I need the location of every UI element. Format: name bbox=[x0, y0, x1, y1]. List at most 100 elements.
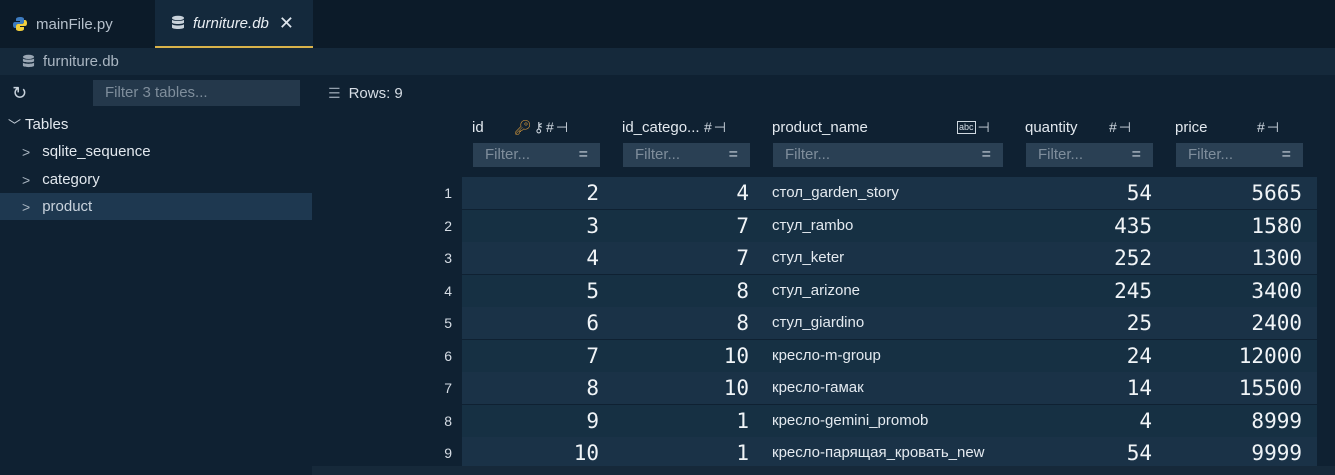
cell-id-category[interactable]: 7 bbox=[612, 242, 749, 274]
chevron-down-icon: ﹀ bbox=[8, 118, 22, 133]
cell-quantity[interactable]: 14 bbox=[1015, 372, 1152, 404]
close-icon[interactable]: ✕ bbox=[279, 13, 294, 34]
cell-product-name[interactable]: стул_keter bbox=[772, 242, 1012, 274]
cell-quantity[interactable]: 25 bbox=[1015, 307, 1152, 339]
column-header-id-category[interactable]: id_catego... bbox=[622, 117, 700, 137]
cell-id-category[interactable]: 1 bbox=[612, 437, 749, 469]
table-row[interactable]: 9 1 кресло-gemini_promob 4 8999 bbox=[462, 405, 1317, 437]
column-header-product-name[interactable]: product_name bbox=[772, 117, 868, 137]
cell-price[interactable]: 1300 bbox=[1165, 242, 1302, 274]
cell-product-name[interactable]: кресло-m-group bbox=[772, 340, 1012, 372]
cell-price[interactable]: 3400 bbox=[1165, 275, 1302, 307]
cell-quantity[interactable]: 4 bbox=[1015, 405, 1152, 437]
table-row[interactable]: 5 8 стул_arizone 245 3400 bbox=[462, 275, 1317, 307]
rows-icon: ☰ bbox=[328, 85, 341, 101]
cell-id-category[interactable]: 1 bbox=[612, 405, 749, 437]
filter-id-category-input[interactable]: Filter... = bbox=[623, 143, 750, 167]
cell-product-name[interactable]: кресло-гамак bbox=[772, 372, 1012, 404]
cell-id-category[interactable]: 7 bbox=[612, 210, 749, 242]
cell-id-category[interactable]: 10 bbox=[612, 372, 749, 404]
cell-price[interactable]: 15500 bbox=[1165, 372, 1302, 404]
filter-tables-input[interactable]: Filter 3 tables... bbox=[93, 80, 300, 106]
cell-id[interactable]: 2 bbox=[462, 177, 599, 209]
pin-icon[interactable]: ⊣ bbox=[978, 119, 990, 136]
cell-id[interactable]: 6 bbox=[462, 307, 599, 339]
table-row[interactable]: 3 7 стул_rambo 435 1580 bbox=[462, 210, 1317, 242]
cell-quantity[interactable]: 245 bbox=[1015, 275, 1152, 307]
cell-quantity[interactable]: 24 bbox=[1015, 340, 1152, 372]
filter-placeholder: Filter... bbox=[785, 146, 831, 163]
cell-id[interactable]: 9 bbox=[462, 405, 599, 437]
table-row[interactable]: 8 10 кресло-гамак 14 15500 bbox=[462, 372, 1317, 404]
cell-quantity[interactable]: 54 bbox=[1015, 437, 1152, 469]
tables-tree-root[interactable]: ﹀ Tables bbox=[8, 115, 68, 134]
pin-icon[interactable]: ⊣ bbox=[714, 119, 726, 136]
column-header-id[interactable]: id bbox=[472, 117, 484, 137]
sidebar-item-label: product bbox=[42, 198, 93, 215]
sidebar-item-category[interactable]: > category bbox=[0, 166, 312, 193]
filter-product-name-input[interactable]: Filter... = bbox=[773, 143, 1003, 167]
cell-price[interactable]: 2400 bbox=[1165, 307, 1302, 339]
database-icon bbox=[22, 54, 35, 68]
table-row[interactable]: 6 8 стул_giardino 25 2400 bbox=[462, 307, 1317, 339]
primary-key-icon: 🔑︎ bbox=[514, 118, 532, 135]
cell-price[interactable]: 1580 bbox=[1165, 210, 1302, 242]
pin-icon[interactable]: ⊣ bbox=[1267, 119, 1279, 136]
tree-root-label: Tables bbox=[25, 116, 69, 133]
cell-id[interactable]: 3 bbox=[462, 210, 599, 242]
cell-quantity[interactable]: 252 bbox=[1015, 242, 1152, 274]
cell-price[interactable]: 9999 bbox=[1165, 437, 1302, 469]
cell-id[interactable]: 4 bbox=[462, 242, 599, 274]
cell-id[interactable]: 8 bbox=[462, 372, 599, 404]
breadcrumb-label[interactable]: furniture.db bbox=[43, 53, 119, 70]
filter-price-input[interactable]: Filter... = bbox=[1176, 143, 1303, 167]
filter-mode-icon[interactable]: = bbox=[729, 143, 738, 167]
cell-price[interactable]: 8999 bbox=[1165, 405, 1302, 437]
horizontal-scrollbar[interactable] bbox=[312, 466, 1335, 475]
table-row[interactable]: 7 10 кресло-m-group 24 12000 bbox=[462, 340, 1317, 372]
cell-id-category[interactable]: 10 bbox=[612, 340, 749, 372]
cell-id[interactable]: 7 bbox=[462, 340, 599, 372]
cell-product-name[interactable]: стол_garden_story bbox=[772, 177, 1012, 209]
filter-mode-icon[interactable]: = bbox=[1132, 143, 1141, 167]
table-row[interactable]: 2 4 стол_garden_story 54 5665 bbox=[462, 177, 1317, 209]
table-row[interactable]: 4 7 стул_keter 252 1300 bbox=[462, 242, 1317, 274]
filter-placeholder: Filter... bbox=[1038, 146, 1084, 163]
table-row[interactable]: 10 1 кресло-парящая_кровать_new 54 9999 bbox=[462, 437, 1317, 469]
cell-product-name[interactable]: стул_rambo bbox=[772, 210, 1012, 242]
cell-id-category[interactable]: 8 bbox=[612, 307, 749, 339]
cell-product-name[interactable]: стул_arizone bbox=[772, 275, 1012, 307]
chevron-right-icon: > bbox=[22, 171, 31, 188]
tab-bar: mainFile.py furniture.db ✕ bbox=[0, 0, 1335, 48]
sidebar-item-sqlite-sequence[interactable]: > sqlite_sequence bbox=[0, 138, 312, 165]
chevron-right-icon: > bbox=[22, 198, 31, 215]
refresh-icon[interactable]: ↻ bbox=[12, 83, 27, 104]
pin-icon[interactable]: ⊣ bbox=[556, 119, 568, 136]
cell-price[interactable]: 5665 bbox=[1165, 177, 1302, 209]
filter-mode-icon[interactable]: = bbox=[579, 143, 588, 167]
filter-placeholder: Filter... bbox=[485, 146, 531, 163]
cell-id[interactable]: 5 bbox=[462, 275, 599, 307]
tab-furniture-db[interactable]: furniture.db ✕ bbox=[155, 0, 313, 48]
cell-quantity[interactable]: 54 bbox=[1015, 177, 1152, 209]
filter-mode-icon[interactable]: = bbox=[982, 143, 991, 167]
column-header-quantity[interactable]: quantity bbox=[1025, 117, 1078, 137]
cell-product-name[interactable]: стул_giardino bbox=[772, 307, 1012, 339]
filter-quantity-input[interactable]: Filter... = bbox=[1026, 143, 1153, 167]
sidebar-item-product[interactable]: > product bbox=[0, 193, 312, 220]
cell-product-name[interactable]: кресло-парящая_кровать_new bbox=[772, 437, 1012, 469]
cell-product-name[interactable]: кресло-gemini_promob bbox=[772, 405, 1012, 437]
tab-mainfile-py[interactable]: mainFile.py bbox=[0, 0, 155, 48]
cell-id[interactable]: 10 bbox=[462, 437, 599, 469]
cell-id-category[interactable]: 8 bbox=[612, 275, 749, 307]
filter-id-input[interactable]: Filter... = bbox=[473, 143, 600, 167]
number-type-icon: # bbox=[1109, 119, 1117, 135]
cell-quantity[interactable]: 435 bbox=[1015, 210, 1152, 242]
column-label: id bbox=[472, 118, 484, 136]
pin-icon[interactable]: ⊣ bbox=[1119, 119, 1131, 136]
cell-id-category[interactable]: 4 bbox=[612, 177, 749, 209]
cell-price[interactable]: 12000 bbox=[1165, 340, 1302, 372]
column-header-price[interactable]: price bbox=[1175, 117, 1208, 137]
sidebar-item-label: category bbox=[42, 171, 100, 188]
filter-mode-icon[interactable]: = bbox=[1282, 143, 1291, 167]
